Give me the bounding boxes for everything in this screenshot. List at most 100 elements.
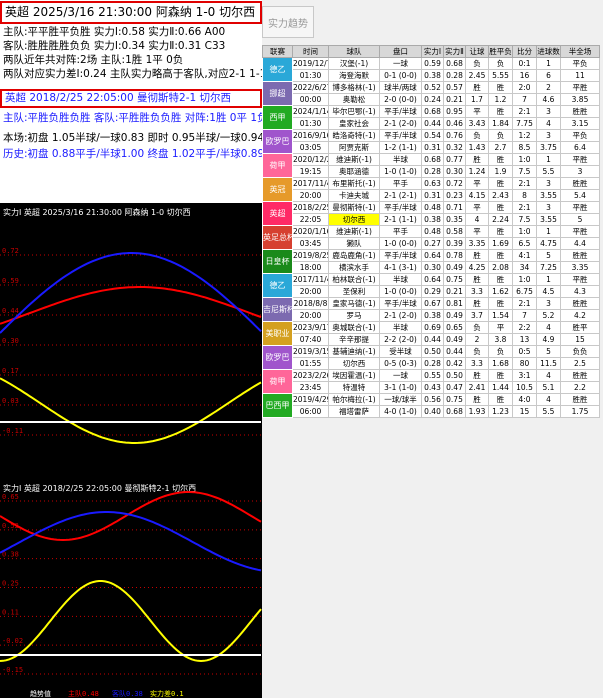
table-cell: 胜胜 (560, 297, 600, 310)
table-cell: 01:30 (292, 69, 329, 82)
table-cell: 1.43 (465, 141, 489, 154)
match-title: 英超 2025/3/16 21:30:00 阿森纳 1-0 切尔西 (0, 1, 262, 24)
table-cell: 0.44 (421, 333, 444, 346)
table-cell: 8 (512, 189, 537, 202)
table-cell: 34 (512, 261, 537, 274)
column-header[interactable]: 球队 (328, 45, 380, 58)
table-cell: 5.2 (536, 309, 561, 322)
table-cell: 3.55 (536, 189, 561, 202)
table-row[interactable]: 英超 2018/2/25 曼彻斯特(-1) 平手/半球 0.48 0.71 平胜 2:1 3 平胜 (262, 201, 600, 226)
away-curve (0, 511, 262, 572)
table-row[interactable]: 00:00 奥勒松 2-0 (0-0) 0.24 0.21 1.7 1.2 7 4.6 3.85 (263, 93, 600, 106)
table-cell: 01:30 (292, 117, 329, 130)
table-cell: 1-0 (0-0) (379, 285, 422, 298)
table-row[interactable]: 19:15 奥耶涵德 1-0 (1-0) 0.28 0.30 1.24 1.9 7.5 5.5 3 (263, 165, 600, 178)
table-cell: 5 (536, 249, 561, 262)
column-header[interactable]: 时间 (292, 45, 329, 58)
table-row[interactable]: 03:45 獭队 1-0 (0-0) 0.27 0.39 3.35 1.69 6.5 4.75 4… (263, 237, 600, 250)
column-header[interactable]: 比分 (512, 45, 537, 58)
table-row[interactable]: 01:55 切尔西 0-5 (0-3) 0.28 0.42 3.3 1.68 80 11.5 2.… (263, 357, 600, 370)
column-header[interactable]: 让球 (465, 45, 489, 58)
table-cell: 18:00 (292, 261, 329, 274)
table-row[interactable]: 03:05 阿贾克斯 1-2 (1-1) 0.31 0.32 1.43 2.7 8.5 3.75… (263, 141, 600, 154)
table-row[interactable]: 德乙 2019/12/7 汉堡(-1) 一球 0.59 0.68 负负 0:1 1 平负 (262, 57, 600, 82)
table-cell: 0.23 (443, 189, 466, 202)
table-row[interactable]: 荷甲 2023/2/26 埃因霍温(-1) 一球 0.55 0.50 胜胜 3:1 4 胜胜 (262, 369, 600, 394)
table-cell: 3 (536, 201, 561, 214)
strength-trend-button[interactable]: 实力趋势 (262, 6, 314, 38)
table-row[interactable]: 日皇杯 2019/8/25 鹿岛鹿角(-1) 平手/半球 0.64 0.78 胜胜 4:1 5 胜… (262, 249, 600, 274)
table-cell: 0.38 (421, 309, 444, 322)
table-cell: 1 (536, 225, 561, 238)
table-cell: 切尔西 (328, 213, 380, 226)
table-row[interactable]: 07:40 辛辛那提 2-2 (2-0) 0.44 0.49 2 3.8 13 4.9 15 (263, 333, 600, 346)
table-cell: 15 (560, 333, 600, 346)
column-header[interactable]: 实力Ⅰ (421, 45, 444, 58)
table-row[interactable]: 20:00 罗马 2-1 (2-0) 0.38 0.49 3.7 1.54 7 5.2 4.2 (263, 309, 600, 322)
table-row[interactable]: 英足总杯 2020/1/16 维迪斯(-1) 平手 0.48 0.58 平胜 1:0 1 平胜 (262, 225, 600, 250)
table-row[interactable]: 22:05 切尔西 2-1 (1-1) 0.38 0.35 4 2.24 7.5 3.55 5 (263, 213, 600, 226)
table-cell: 皓洛奇特(-1) (328, 129, 380, 142)
table-cell: 1:0 (512, 225, 537, 238)
table-cell: 0.30 (421, 261, 444, 274)
table-row[interactable]: 欧罗巴 2016/9/16 皓洛奇特(-1) 平手/半球 0.54 0.76 负负 1:2 3 平… (262, 129, 600, 154)
table-row[interactable]: 巴西甲 2019/4/29 帕尔梅拉(-1) 一球/球半 0.56 0.75 胜胜 4:0 4 胜… (262, 393, 600, 418)
table-row[interactable]: 美职业 2023/9/17 奥城联合(-1) 半球 0.69 0.65 负平 2:2 4 胜平 (262, 321, 600, 346)
table-row[interactable]: 01:30 皇家社会 2-1 (2-0) 0.44 0.46 3.43 1.84 7.75 4 3… (263, 117, 600, 130)
y-tick-label: 0.11 (2, 608, 19, 616)
table-row[interactable]: 欧罗巴 2019/3/15 基辅迪纳(-1) 受半球 0.50 0.44 负负 0:5 5 负负 (262, 345, 600, 370)
table-cell: 负 (488, 57, 513, 70)
table-cell: 受半球 (379, 345, 422, 358)
table-row[interactable]: 英冠 2017/11/4 布里斯托(-1) 平手 0.63 0.72 平胜 2:1 3 胜胜 (262, 177, 600, 202)
left-panel: 英超 2025/3/16 21:30:00 阿森纳 1-0 切尔西 主队:平平胜… (0, 0, 262, 698)
table-cell: 0:1 (512, 57, 537, 70)
table-row[interactable]: 西甲 2024/1/14 毕尔巴鄂(-1) 平手/半球 0.68 0.95 平胜 2:1 3 胜胜 (262, 105, 600, 130)
table-cell: 平胜 (560, 273, 600, 286)
table-cell: 20:00 (292, 309, 329, 322)
table-cell: 0.32 (443, 141, 466, 154)
table-cell: 0.50 (421, 345, 444, 358)
table-row[interactable]: 荷甲2020/12/20维迪斯(-1)半球0.680.77胜胜1:01平胜 (262, 153, 600, 178)
table-cell: 1.2 (488, 93, 513, 106)
table-cell: 负 (465, 57, 489, 70)
table-cell: 胜 (465, 153, 489, 166)
table-cell: 0.27 (421, 237, 444, 250)
table-cell: 胜 (465, 369, 489, 382)
table-cell: 2018/2/25 (292, 201, 329, 214)
table-cell: 4.4 (560, 237, 600, 250)
column-header[interactable]: 实力Ⅱ (443, 45, 466, 58)
table-cell: 15 (512, 405, 537, 418)
column-header[interactable]: 半全场 (560, 45, 600, 58)
column-header[interactable]: 胜平负 (488, 45, 513, 58)
table-row[interactable]: 20:00 卡迪夫城 2-1 (2-1) 0.31 0.23 4.15 2.43 8 3.55 5… (263, 189, 600, 202)
table-cell: 卡迪夫城 (328, 189, 380, 202)
table-row[interactable]: 吉尼斯杯 2018/8/8 皇家马德(-1) 平手/半球 0.67 0.81 胜胜 2:1 3 胜… (262, 297, 600, 322)
table-cell: 4 (536, 369, 561, 382)
table-row[interactable]: 18:00 横滨水手 4-1 (3-1) 0.30 0.49 4.25 2.08 34 7.25… (263, 261, 600, 274)
table-cell: 0.55 (421, 369, 444, 382)
table-row[interactable]: 挪超 2022/6/27 博多格林(-1) 球半/两球 0.52 0.57 胜胜 2:0 2 平胜 (262, 81, 600, 106)
table-cell: 0:5 (512, 345, 537, 358)
table-cell: 2019/4/29 (292, 393, 329, 406)
table-row[interactable]: 01:30 海登海默 0-1 (0-0) 0.38 0.28 2.45 5.55 16 6 11 (263, 69, 600, 82)
table-row[interactable]: 06:00 福塔雷萨 4-0 (1-0) 0.40 0.68 1.93 1.23 15 5.5 1… (263, 405, 600, 418)
table-cell: 4.2 (560, 309, 600, 322)
table-cell: 0-1 (0-0) (379, 69, 422, 82)
league-cell: 美职业 (262, 321, 293, 346)
column-header[interactable]: 盘口 (379, 45, 422, 58)
table-cell: 2020/1/16 (292, 225, 329, 238)
table-row[interactable]: 23:45 特温特 3-1 (1-0) 0.43 0.47 2.41 1.44 10.5 5.1… (263, 381, 600, 394)
table-row[interactable]: 20:00 圣保利 1-0 (0-0) 0.29 0.21 3.3 1.62 6.75 4.5 4… (263, 285, 600, 298)
table-cell: 5.4 (560, 189, 600, 202)
table-cell: 1:0 (512, 273, 537, 286)
table-cell: 03:05 (292, 141, 329, 154)
table-cell: 4:1 (512, 249, 537, 262)
table-cell: 2:2 (512, 321, 537, 334)
column-header[interactable]: 进球数 (536, 45, 561, 58)
table-cell: 4.25 (465, 261, 489, 274)
table-cell: 0.69 (421, 321, 444, 334)
table-cell: 平 (488, 321, 513, 334)
table-row[interactable]: 德乙 2017/11/4 柏林联合(-1) 半球 0.64 0.75 胜胜 1:0 1 平胜 (262, 273, 600, 298)
column-header[interactable]: 联赛 (262, 45, 293, 58)
table-cell: 3 (536, 177, 561, 190)
